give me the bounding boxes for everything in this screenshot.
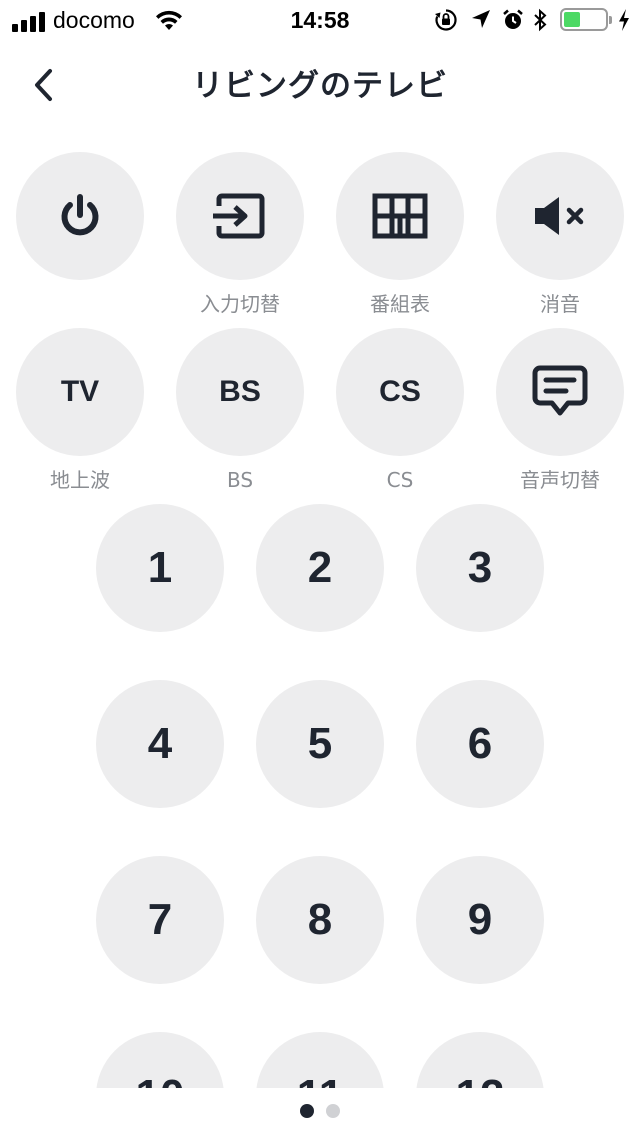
number-text: 4 xyxy=(147,719,173,768)
number-button-9[interactable]: 9 xyxy=(416,856,544,984)
number-button-6[interactable]: 6 xyxy=(416,680,544,808)
program-guide-button[interactable] xyxy=(336,152,464,280)
terrestrial-button[interactable]: TV xyxy=(16,328,144,456)
mute-icon xyxy=(535,197,584,235)
page-dot-active[interactable] xyxy=(300,1104,314,1118)
number-text: 6 xyxy=(467,719,493,768)
number-text: 5 xyxy=(307,719,333,768)
number-button-5[interactable]: 5 xyxy=(256,680,384,808)
bs-button-text: BS xyxy=(219,375,261,408)
audio-switch-label: 音声切替 xyxy=(520,468,600,492)
number-button-8[interactable]: 8 xyxy=(256,856,384,984)
bs-button[interactable]: BS xyxy=(176,328,304,456)
cs-label: CS xyxy=(386,468,414,492)
power-button[interactable] xyxy=(16,152,144,280)
number-text: 9 xyxy=(467,895,493,944)
program-guide-label: 番組表 xyxy=(370,292,430,316)
page-dot[interactable] xyxy=(326,1104,340,1118)
mute-label: 消音 xyxy=(540,292,580,316)
terrestrial-button-text: TV xyxy=(60,375,100,408)
bs-label: BS xyxy=(226,468,254,492)
mute-button[interactable] xyxy=(496,152,624,280)
input-switch-button[interactable] xyxy=(176,152,304,280)
input-switch-icon xyxy=(213,193,265,239)
cs-button[interactable]: CS xyxy=(336,328,464,456)
cs-button-text: CS xyxy=(379,375,421,408)
power-icon xyxy=(61,194,99,236)
audio-switch-button[interactable] xyxy=(496,328,624,456)
number-text: 12 xyxy=(456,1071,505,1088)
number-button-3[interactable]: 3 xyxy=(416,504,544,632)
program-guide-icon xyxy=(372,193,428,239)
input-switch-label: 入力切替 xyxy=(200,292,280,316)
number-text: 7 xyxy=(147,895,173,944)
remote-panel: 入力切替 番組表 消音 TV 地上波 BS BS CS CS 音声切替 1 2 … xyxy=(0,0,640,1088)
number-button-12[interactable]: 12 xyxy=(416,1032,544,1088)
terrestrial-label: 地上波 xyxy=(50,468,110,492)
number-text: 2 xyxy=(307,543,333,592)
number-button-7[interactable]: 7 xyxy=(96,856,224,984)
number-button-11[interactable]: 11 xyxy=(256,1032,384,1088)
number-text: 11 xyxy=(297,1071,344,1088)
number-text: 1 xyxy=(147,543,173,592)
number-text: 8 xyxy=(307,895,333,944)
number-text: 3 xyxy=(467,543,493,592)
audio-switch-icon xyxy=(532,365,588,416)
number-button-2[interactable]: 2 xyxy=(256,504,384,632)
number-text: 10 xyxy=(136,1071,185,1088)
number-button-10[interactable]: 10 xyxy=(96,1032,224,1088)
page-indicator[interactable] xyxy=(0,1104,640,1118)
number-button-4[interactable]: 4 xyxy=(96,680,224,808)
number-button-1[interactable]: 1 xyxy=(96,504,224,632)
